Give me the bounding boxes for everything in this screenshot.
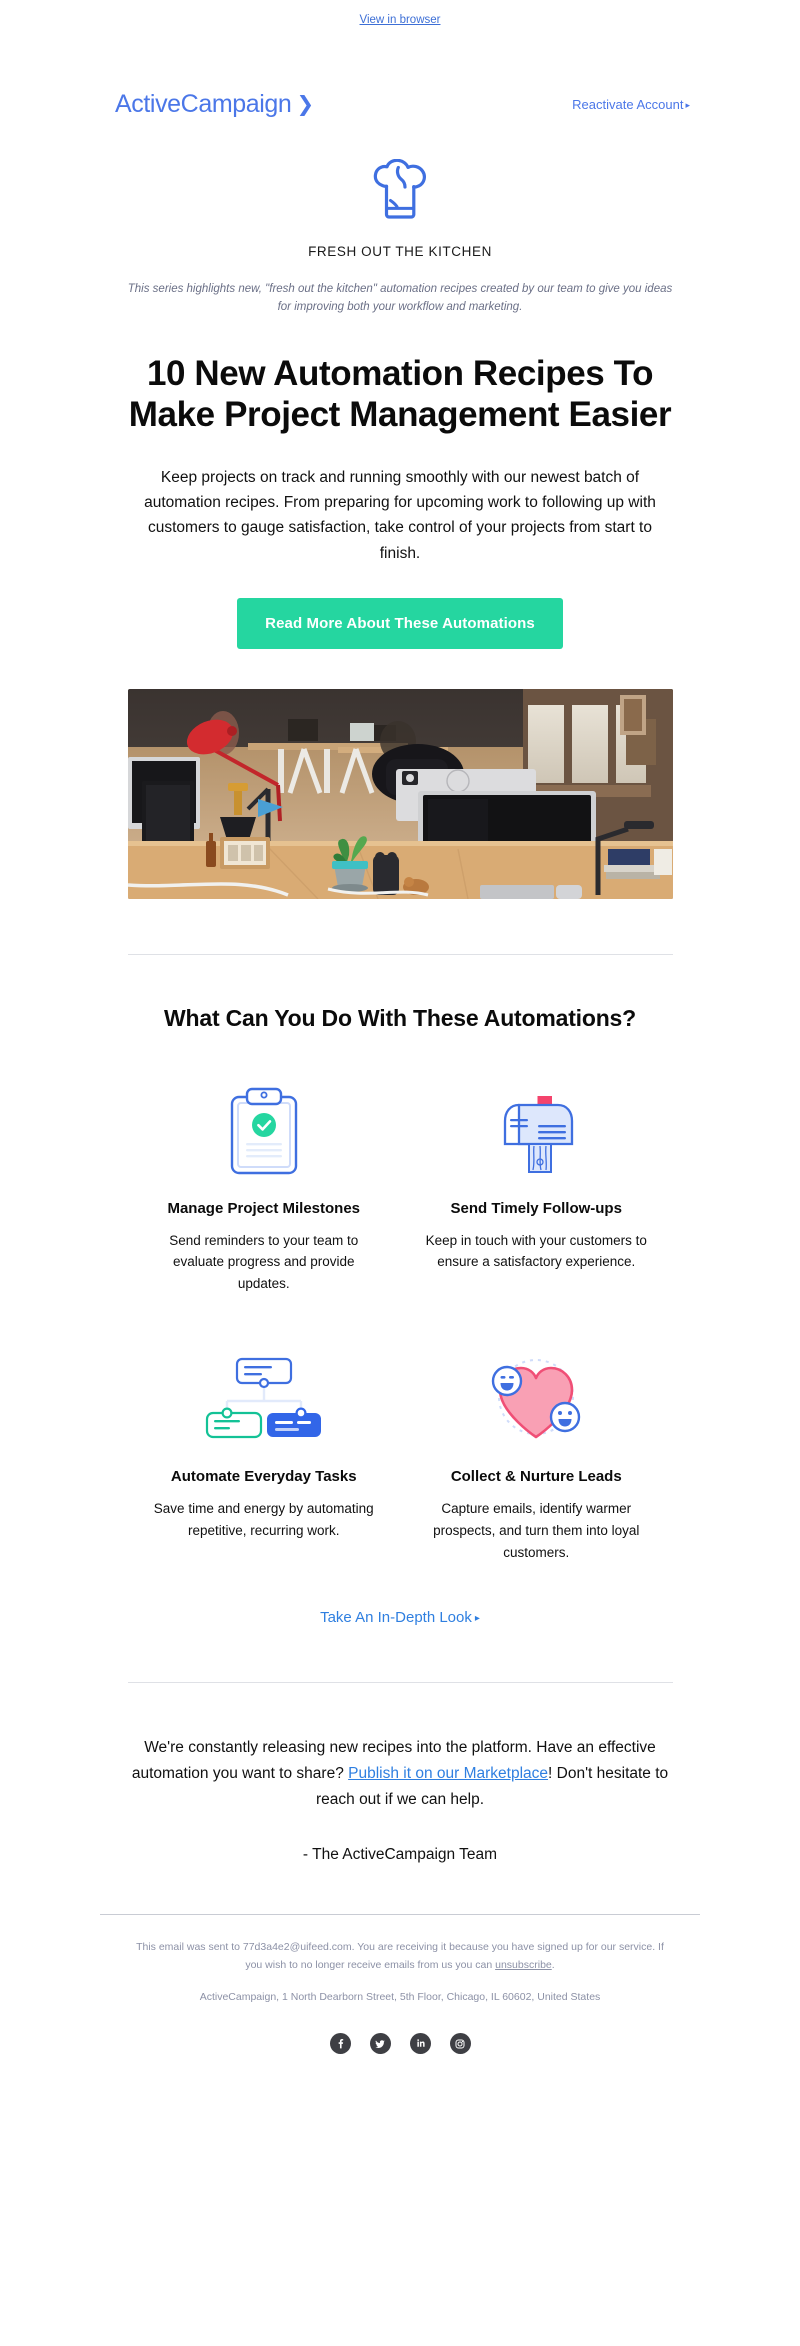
linkedin-icon[interactable] <box>409 2033 431 2054</box>
cta-container: Read More About These Automations <box>105 597 695 649</box>
feature-description: Capture emails, identify warmer prospect… <box>433 1501 640 1560</box>
feature-card: Manage Project Milestones Send reminders… <box>128 1070 401 1295</box>
indepth-label: Take An In-Depth Look <box>320 1609 472 1627</box>
features-grid: Manage Project Milestones Send reminders… <box>128 1070 673 1564</box>
reactivate-account-link[interactable]: Reactivate Account ▸ <box>572 97 690 112</box>
footer-address: ActiveCampaign, 1 North Dearborn Street,… <box>199 1991 601 2003</box>
social-links <box>100 2033 700 2080</box>
reactivate-account-label: Reactivate Account <box>572 97 684 112</box>
facebook-icon[interactable] <box>329 2033 351 2054</box>
marketplace-link[interactable]: Publish it on our Marketplace <box>348 1765 548 1782</box>
activecampaign-logo[interactable]: ActiveCampaign ❯ <box>115 90 314 119</box>
feature-title: Collect & Nurture Leads <box>450 1468 622 1486</box>
footer-legal-text: This email was sent to 77d3a4e2@uifeed.c… <box>130 1939 670 1974</box>
feature-card: Collect & Nurture Leads Capture emails, … <box>400 1338 673 1563</box>
email-page: View in browser ActiveCampaign ❯ Reactiv… <box>0 0 800 2346</box>
feature-icon-container <box>146 1070 383 1180</box>
feature-description: Keep in touch with your customers to ens… <box>425 1232 647 1270</box>
section-divider <box>127 953 673 955</box>
feature-title: Automate Everyday Tasks <box>170 1468 357 1486</box>
feature-title: Send Timely Follow-ups <box>450 1199 622 1217</box>
legal-text-after: . <box>551 1958 555 1971</box>
caret-right-icon: ▸ <box>474 1613 480 1625</box>
instagram-icon[interactable] <box>449 2033 471 2054</box>
feature-card: Send Timely Follow-ups Keep in touch wit… <box>400 1070 673 1295</box>
intro-paragraph: Keep projects on track and running smoot… <box>144 469 656 562</box>
email-header: ActiveCampaign ❯ Reactivate Account ▸ <box>105 28 695 119</box>
automation-flow-icon <box>205 1355 323 1448</box>
feature-icon-container <box>418 1338 655 1448</box>
view-in-browser-link[interactable]: View in browser <box>360 14 441 26</box>
section-divider-lower <box>127 1682 673 1684</box>
series-note: This series highlights new, "fresh out t… <box>127 283 673 313</box>
heart-smiley-icon <box>483 1351 589 1448</box>
email-footer: This email was sent to 77d3a4e2@uifeed.c… <box>100 1915 700 2080</box>
chef-hat-icon <box>372 158 428 228</box>
preheader-bar: View in browser <box>0 0 800 28</box>
feature-icon-container <box>418 1070 655 1180</box>
legal-text-before: This email was sent to 77d3a4e2@uifeed.c… <box>136 1941 664 1971</box>
feature-card: Automate Everyday Tasks Save time and en… <box>128 1338 401 1563</box>
brand-name: ActiveCampaign <box>115 90 292 118</box>
mailbox-icon <box>488 1079 584 1180</box>
twitter-icon[interactable] <box>369 2033 391 2054</box>
indepth-container: Take An In-Depth Look ▸ <box>105 1609 695 1627</box>
page-title: 10 New Automation Recipes To Make Projec… <box>128 353 672 434</box>
read-more-button[interactable]: Read More About These Automations <box>237 597 563 649</box>
closing-paragraph: We're constantly releasing new recipes i… <box>120 1735 680 1812</box>
feature-description: Save time and energy by automating repet… <box>153 1501 374 1539</box>
signature: - The ActiveCampaign Team <box>302 1846 498 1864</box>
feature-icon-container <box>146 1338 383 1448</box>
hero-image <box>127 688 673 899</box>
clipboard-check-icon <box>230 1087 298 1180</box>
caret-right-icon: ▸ <box>685 100 690 110</box>
take-in-depth-look-link[interactable]: Take An In-Depth Look ▸ <box>320 1609 480 1626</box>
kitchen-label: FRESH OUT THE KITCHEN <box>308 244 492 259</box>
email-content: ActiveCampaign ❯ Reactivate Account ▸ FRE… <box>105 28 695 1864</box>
feature-description: Send reminders to your team to evaluate … <box>169 1232 359 1291</box>
feature-title: Manage Project Milestones <box>167 1199 361 1217</box>
unsubscribe-link[interactable]: unsubscribe <box>495 1959 552 1971</box>
features-heading: What Can You Do With These Automations? <box>164 1004 636 1031</box>
kitchen-block: FRESH OUT THE KITCHEN This series highli… <box>105 119 695 317</box>
chevron-right-icon: ❯ <box>296 93 314 116</box>
